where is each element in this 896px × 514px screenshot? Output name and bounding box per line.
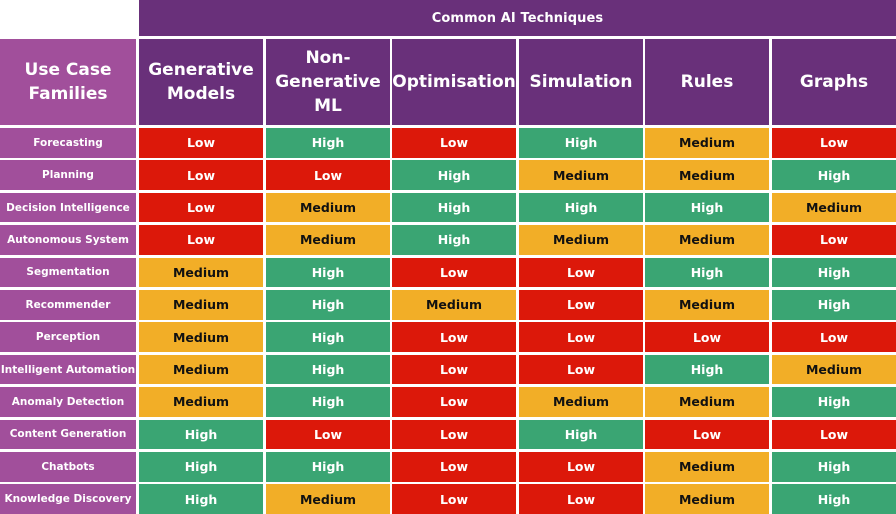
rating-cell-recommender-optimisation: Medium xyxy=(392,290,516,320)
rating-cell-chatbots-rules: Medium xyxy=(645,452,769,482)
rating-cell-autonomous-system-graphs: Low xyxy=(772,225,896,255)
rating-cell-forecasting-generative-models: Low xyxy=(139,128,263,158)
rating-cell-chatbots-optimisation: Low xyxy=(392,452,516,482)
row-label-forecasting: Forecasting xyxy=(0,128,136,158)
row-label-autonomous-system: Autonomous System xyxy=(0,225,136,255)
rating-cell-chatbots-non-generative-ml: High xyxy=(266,452,390,482)
rating-cell-anomaly-detection-rules: Medium xyxy=(645,387,769,417)
rating-cell-intelligent-automation-generative-models: Medium xyxy=(139,354,263,385)
rating-cell-autonomous-system-non-generative-ml: Medium xyxy=(266,225,390,255)
row-label-intelligent-automation: Intelligent Automation xyxy=(0,354,136,385)
rating-cell-content-generation-rules: Low xyxy=(645,419,769,450)
rating-cell-anomaly-detection-non-generative-ml: High xyxy=(266,387,390,417)
rating-cell-planning-simulation: Medium xyxy=(519,160,643,190)
rating-cell-perception-generative-models: Medium xyxy=(139,322,263,352)
rating-cell-autonomous-system-optimisation: High xyxy=(392,225,516,255)
column-header-optimisation: Optimisation xyxy=(392,39,516,125)
rating-cell-decision-intelligence-graphs: Medium xyxy=(772,192,896,223)
rating-cell-perception-optimisation: Low xyxy=(392,322,516,352)
rating-cell-perception-graphs: Low xyxy=(772,322,896,352)
rating-cell-decision-intelligence-optimisation: High xyxy=(392,192,516,223)
rating-cell-content-generation-graphs: Low xyxy=(772,419,896,450)
rating-cell-forecasting-optimisation: Low xyxy=(392,128,516,158)
rating-cell-recommender-non-generative-ml: High xyxy=(266,290,390,320)
rating-cell-content-generation-non-generative-ml: Low xyxy=(266,419,390,450)
row-label-content-generation: Content Generation xyxy=(0,419,136,450)
rating-cell-knowledge-discovery-rules: Medium xyxy=(645,484,769,514)
rating-cell-forecasting-graphs: Low xyxy=(772,128,896,158)
rating-cell-intelligent-automation-rules: High xyxy=(645,354,769,385)
row-label-segmentation: Segmentation xyxy=(0,257,136,288)
rating-cell-chatbots-graphs: High xyxy=(772,452,896,482)
rating-cell-knowledge-discovery-optimisation: Low xyxy=(392,484,516,514)
rating-cell-perception-non-generative-ml: High xyxy=(266,322,390,352)
row-label-anomaly-detection: Anomaly Detection xyxy=(0,387,136,417)
rating-cell-autonomous-system-rules: Medium xyxy=(645,225,769,255)
column-header-simulation: Simulation xyxy=(519,39,643,125)
rating-cell-content-generation-optimisation: Low xyxy=(392,419,516,450)
rating-cell-intelligent-automation-non-generative-ml: High xyxy=(266,354,390,385)
row-label-recommender: Recommender xyxy=(0,290,136,320)
rating-cell-autonomous-system-generative-models: Low xyxy=(139,225,263,255)
rating-cell-knowledge-discovery-generative-models: High xyxy=(139,484,263,514)
use-case-families-header: Use Case Families xyxy=(0,39,136,125)
rating-cell-planning-graphs: High xyxy=(772,160,896,190)
rating-cell-segmentation-non-generative-ml: High xyxy=(266,257,390,288)
rating-cell-segmentation-rules: High xyxy=(645,257,769,288)
column-header-rules: Rules xyxy=(645,39,769,125)
rating-cell-segmentation-optimisation: Low xyxy=(392,257,516,288)
rating-cell-intelligent-automation-graphs: Medium xyxy=(772,354,896,385)
row-label-planning: Planning xyxy=(0,160,136,190)
column-header-graphs: Graphs xyxy=(772,39,896,125)
rating-cell-anomaly-detection-optimisation: Low xyxy=(392,387,516,417)
rating-cell-segmentation-generative-models: Medium xyxy=(139,257,263,288)
rating-cell-perception-simulation: Low xyxy=(519,322,643,352)
rating-cell-recommender-rules: Medium xyxy=(645,290,769,320)
rating-cell-chatbots-simulation: Low xyxy=(519,452,643,482)
rating-cell-segmentation-simulation: Low xyxy=(519,257,643,288)
rating-cell-planning-generative-models: Low xyxy=(139,160,263,190)
rating-cell-decision-intelligence-generative-models: Low xyxy=(139,192,263,223)
rating-cell-planning-optimisation: High xyxy=(392,160,516,190)
rating-cell-knowledge-discovery-non-generative-ml: Medium xyxy=(266,484,390,514)
rating-cell-chatbots-generative-models: High xyxy=(139,452,263,482)
rating-cell-perception-rules: Low xyxy=(645,322,769,352)
ai-techniques-heatmap-table: Common AI Techniques Use Case Families G… xyxy=(0,0,896,514)
rating-cell-knowledge-discovery-graphs: High xyxy=(772,484,896,514)
rating-cell-intelligent-automation-simulation: Low xyxy=(519,354,643,385)
rating-cell-anomaly-detection-graphs: High xyxy=(772,387,896,417)
rating-cell-forecasting-non-generative-ml: High xyxy=(266,128,390,158)
rating-cell-content-generation-generative-models: High xyxy=(139,419,263,450)
rating-cell-knowledge-discovery-simulation: Low xyxy=(519,484,643,514)
row-label-perception: Perception xyxy=(0,322,136,352)
rating-cell-autonomous-system-simulation: Medium xyxy=(519,225,643,255)
rating-cell-segmentation-graphs: High xyxy=(772,257,896,288)
rating-cell-planning-rules: Medium xyxy=(645,160,769,190)
column-header-non-generative-ml: Non-Generative ML xyxy=(266,39,390,125)
rating-cell-decision-intelligence-simulation: High xyxy=(519,192,643,223)
rating-cell-content-generation-simulation: High xyxy=(519,419,643,450)
row-label-knowledge-discovery: Knowledge Discovery xyxy=(0,484,136,514)
rating-cell-forecasting-simulation: High xyxy=(519,128,643,158)
row-label-chatbots: Chatbots xyxy=(0,452,136,482)
rating-cell-intelligent-automation-optimisation: Low xyxy=(392,354,516,385)
rating-cell-anomaly-detection-simulation: Medium xyxy=(519,387,643,417)
rating-cell-anomaly-detection-generative-models: Medium xyxy=(139,387,263,417)
rating-cell-recommender-graphs: High xyxy=(772,290,896,320)
rating-cell-recommender-generative-models: Medium xyxy=(139,290,263,320)
column-header-generative-models: Generative Models xyxy=(139,39,263,125)
rating-cell-recommender-simulation: Low xyxy=(519,290,643,320)
row-label-decision-intelligence: Decision Intelligence xyxy=(0,192,136,223)
rating-cell-decision-intelligence-non-generative-ml: Medium xyxy=(266,192,390,223)
rating-cell-forecasting-rules: Medium xyxy=(645,128,769,158)
rating-cell-planning-non-generative-ml: Low xyxy=(266,160,390,190)
common-ai-techniques-header: Common AI Techniques xyxy=(139,0,896,36)
rating-cell-decision-intelligence-rules: High xyxy=(645,192,769,223)
